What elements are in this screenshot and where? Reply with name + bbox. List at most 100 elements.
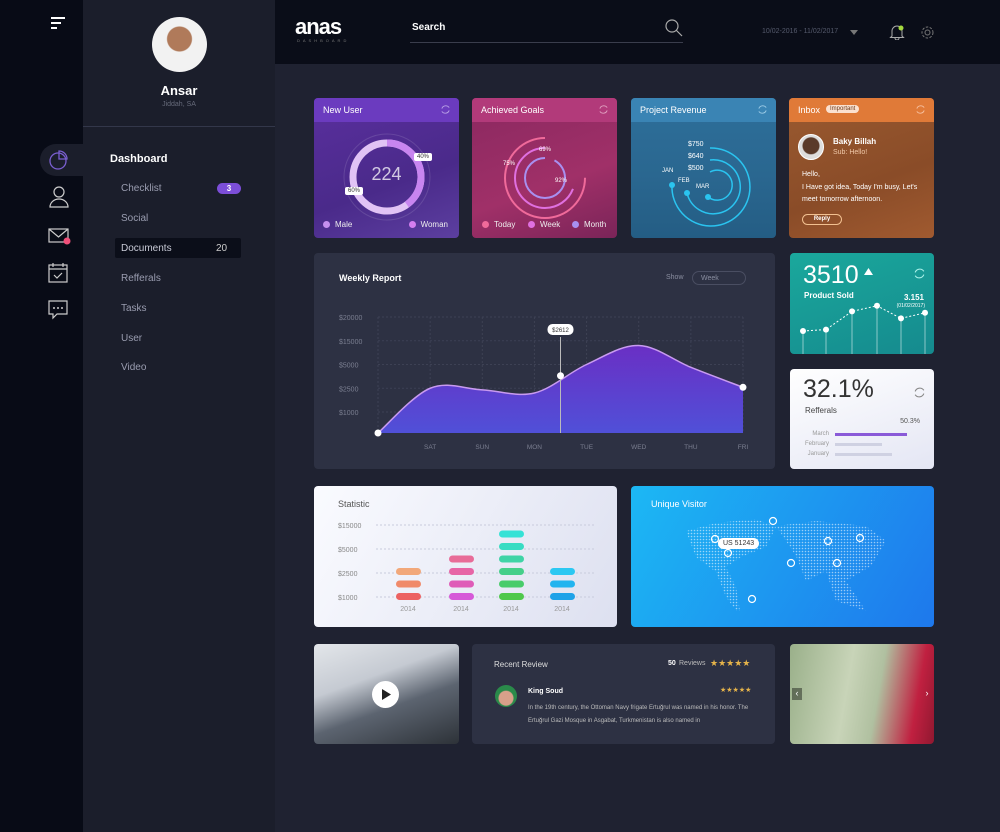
x-tick-label: THU: [684, 444, 698, 451]
logo-subtitle: DASHBOARD: [297, 38, 350, 43]
avatar[interactable]: [152, 17, 207, 72]
highlight-label: $2612: [552, 328, 569, 334]
y-tick-label: $2500: [339, 386, 359, 393]
refresh-icon[interactable]: [598, 104, 609, 115]
today-dot: [482, 221, 489, 228]
logo[interactable]: anas: [295, 14, 342, 40]
icon-rail: [0, 0, 83, 832]
card-title: Inbox: [798, 105, 821, 115]
y-tick-label: $5000: [338, 547, 358, 554]
today-pct: 75%: [503, 161, 516, 167]
important-tag: Important: [826, 105, 860, 113]
photo-slider: ‹ ›: [790, 644, 934, 744]
refresh-icon[interactable]: [913, 386, 926, 399]
refferals-pct: 50.3%: [900, 418, 920, 425]
week-dot: [528, 221, 535, 228]
sidebar-item-documents[interactable]: Documents: [121, 243, 172, 254]
bell-icon[interactable]: [889, 24, 905, 40]
search-underline: [410, 42, 683, 43]
mail-icon[interactable]: [48, 228, 72, 246]
play-icon: [382, 689, 391, 700]
search-input[interactable]: Search: [412, 22, 445, 33]
data-point: [374, 429, 382, 437]
search-icon[interactable]: [665, 19, 683, 37]
chevron-down-icon[interactable]: [850, 30, 858, 35]
reviewer-avatar[interactable]: [495, 685, 517, 707]
gear-icon[interactable]: [920, 25, 935, 40]
reviewer-name: King Soud: [528, 688, 563, 695]
video-thumbnail[interactable]: [314, 644, 459, 744]
legend-woman: Woman: [420, 220, 448, 229]
weekly-report-card: Weekly Report Show Week $20000 $15000 $500…: [314, 253, 775, 469]
new-user-total: 224: [371, 164, 402, 184]
x-tick-label: 2014: [554, 606, 570, 613]
x-tick-label: TUE: [580, 444, 594, 451]
slider-prev-button[interactable]: ‹: [792, 688, 802, 700]
bar-segment: [449, 593, 474, 600]
refferals-label: Refferals: [805, 406, 837, 415]
y-tick-label: $15000: [338, 523, 361, 530]
weekly-chart: $20000 $15000 $5000 $2500 $1000 SAT SUN MON TUE W…: [339, 315, 749, 451]
product-sparkline: [800, 302, 928, 354]
menu-icon[interactable]: [50, 16, 66, 30]
spark-point: [823, 326, 829, 333]
month-dot: [572, 221, 579, 228]
documents-count: 20: [216, 243, 228, 254]
message-greeting: Hello,: [802, 171, 820, 178]
review-rating-stars: ★★★★★: [720, 687, 752, 694]
spark-point: [874, 302, 880, 309]
review-text: In the 19th century, the Ottoman Navy fr…: [528, 705, 749, 724]
profile-location: Jiddah, SA: [162, 101, 196, 108]
sidebar-item-tasks[interactable]: Tasks: [121, 303, 147, 314]
user-icon[interactable]: [49, 186, 69, 208]
refferal-bar-label: March: [812, 431, 829, 437]
x-tick-label: FRI: [738, 444, 749, 451]
review-count: 50: [668, 660, 676, 667]
product-sold-card: 3510 Product Sold 3.151 (01/02/2017): [790, 253, 934, 354]
pie-chart-icon[interactable]: [49, 150, 69, 170]
sidebar-item-video[interactable]: Video: [121, 362, 146, 373]
slider-next-button[interactable]: ›: [922, 688, 932, 700]
refresh-icon[interactable]: [440, 104, 451, 115]
sidebar-section-dashboard[interactable]: Dashboard: [110, 153, 167, 165]
profile-name: Ansar: [160, 83, 198, 98]
refferal-bar: [835, 433, 908, 436]
x-tick-label: MON: [527, 444, 542, 451]
month-feb: FEB: [678, 178, 690, 184]
legend-week: Week: [540, 220, 561, 229]
month-mar: MAR: [696, 184, 710, 190]
visitor-tooltip: US 51243: [718, 538, 760, 549]
bar-segment: [449, 568, 474, 575]
chat-icon[interactable]: [48, 300, 68, 320]
month-jan: JAN: [662, 168, 674, 174]
overall-rating-stars: ★★★★★: [710, 658, 751, 668]
spark-point: [800, 328, 806, 334]
inbox-card: Inbox Important Baky Billah Sub: Hello! …: [789, 98, 934, 238]
woman-pct-label: 40%: [414, 153, 433, 161]
statistic-card: Statistic $15000 $5000 $2500 $1000 2014 2014 2…: [314, 486, 617, 627]
play-button[interactable]: [372, 681, 399, 708]
sidebar-item-user[interactable]: User: [121, 333, 142, 344]
legend-male: Male: [335, 220, 353, 229]
bar-segment: [396, 593, 421, 600]
calendar-check-icon[interactable]: [48, 262, 68, 283]
sender-avatar[interactable]: [798, 134, 824, 160]
bar-segment: [396, 580, 421, 588]
legend-month: Month: [584, 220, 607, 229]
revenue-value-feb: $640: [688, 153, 704, 160]
sidebar-item-social[interactable]: Social: [121, 213, 148, 224]
revenue-value-jan: $750: [688, 141, 704, 148]
refresh-icon[interactable]: [915, 104, 926, 115]
y-tick-label: $1000: [338, 595, 358, 602]
sidebar-item-checklist[interactable]: Checklist: [121, 183, 162, 194]
date-range-select[interactable]: 10/02-2016 - 11/02/2017: [762, 28, 838, 35]
bar-segment: [550, 568, 575, 575]
x-tick-label: SUN: [475, 444, 489, 451]
statistic-chart: $15000 $5000 $2500 $1000 2014 2014 2014 2014: [338, 523, 594, 613]
unique-visitor-title: Unique Visitor: [651, 499, 707, 509]
reply-button[interactable]: Reply: [802, 214, 842, 225]
refferal-bar: [835, 453, 892, 456]
bar-segment: [396, 568, 421, 575]
sidebar-item-refferals[interactable]: Refferals: [121, 273, 161, 284]
card-title: New User: [323, 105, 363, 115]
